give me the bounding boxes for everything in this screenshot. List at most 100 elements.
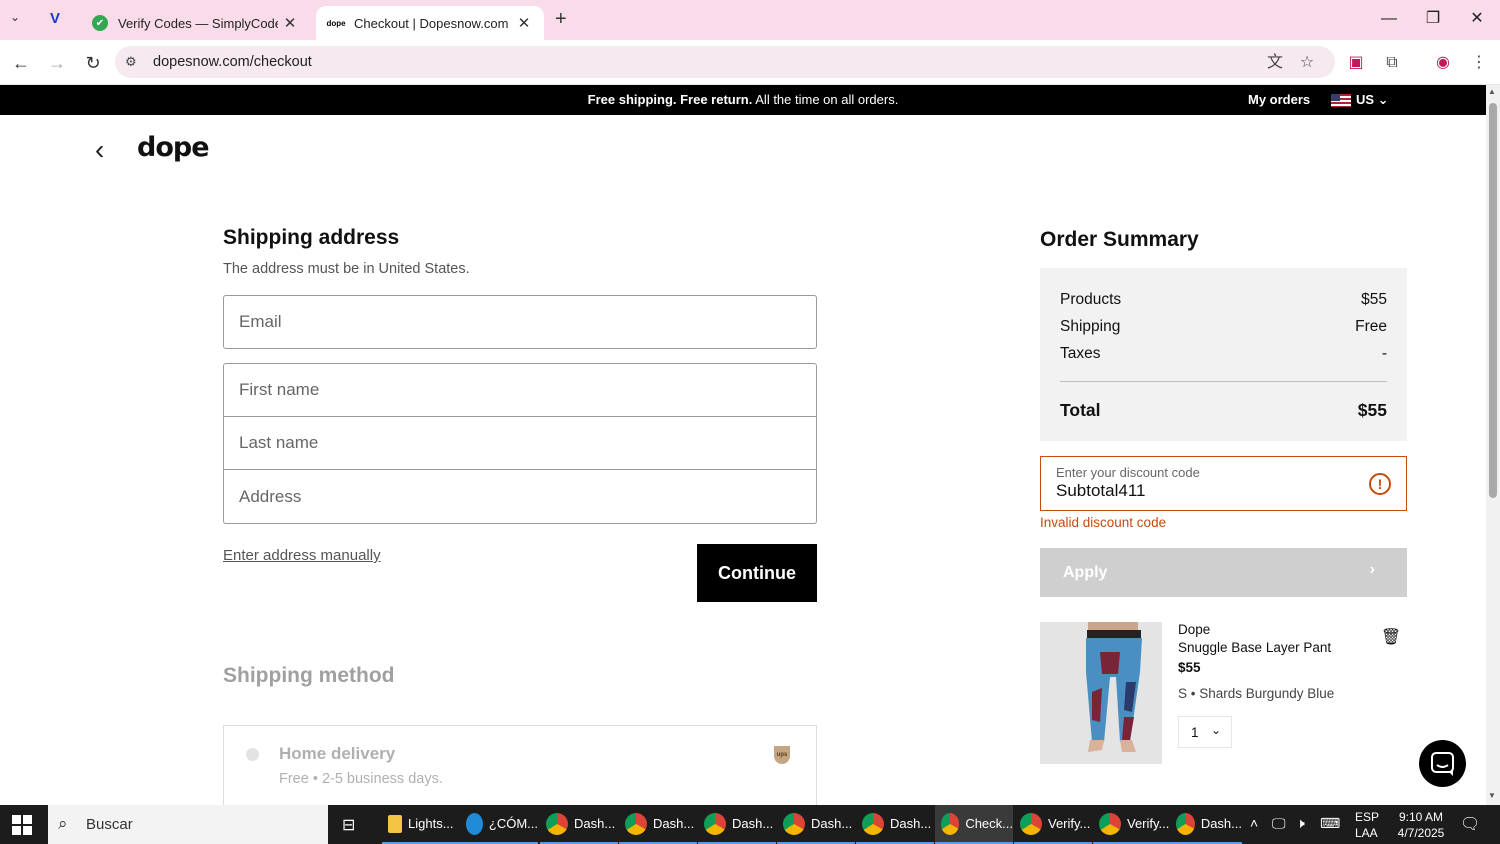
home-delivery-radio[interactable] bbox=[246, 748, 259, 761]
scrollbar-thumb[interactable] bbox=[1489, 103, 1497, 498]
vpn-extension-icon[interactable]: V bbox=[50, 10, 68, 28]
menu-kebab-icon[interactable]: ⋮ bbox=[1468, 52, 1490, 74]
apply-button[interactable]: Apply › bbox=[1040, 548, 1407, 597]
shipping-address-title: Shipping address bbox=[223, 226, 400, 249]
email-field[interactable] bbox=[223, 295, 817, 349]
promo-text: All the time on all orders. bbox=[755, 92, 899, 107]
taskbar-app-chrome[interactable]: Verify... bbox=[1014, 805, 1092, 844]
summary-row-label: Taxes bbox=[1060, 345, 1101, 362]
chrome-icon bbox=[704, 812, 726, 835]
taskbar-app-chrome[interactable]: Dash... bbox=[698, 805, 776, 844]
taskbar-app-chrome[interactable]: Dash... bbox=[619, 805, 697, 844]
tab-title: Verify Codes — SimplyCodes bbox=[118, 15, 278, 31]
tab-title: Checkout | Dopesnow.com bbox=[354, 15, 509, 31]
shipping-method-title: Shipping method bbox=[223, 664, 395, 687]
pants-image-icon bbox=[1040, 622, 1162, 764]
keyboard-icon[interactable]: ⌨ bbox=[1320, 815, 1340, 832]
forward-icon[interactable]: → bbox=[44, 50, 70, 76]
task-view-icon[interactable]: ⊟ bbox=[342, 815, 355, 835]
extensions-puzzle-icon[interactable]: ⧉ bbox=[1381, 52, 1403, 74]
site-info-icon[interactable]: ⚙ bbox=[125, 54, 141, 70]
new-tab-icon[interactable]: + bbox=[555, 8, 567, 31]
language-bottom: LAA bbox=[1355, 826, 1378, 840]
page-scrollbar[interactable]: ▲ ▼ bbox=[1486, 85, 1500, 805]
product-image[interactable] bbox=[1040, 622, 1162, 764]
quantity-value: 1 bbox=[1191, 725, 1199, 740]
taskbar-app-chrome[interactable]: Verify... bbox=[1093, 805, 1171, 844]
chevron-down-icon: ⌄ bbox=[1210, 723, 1221, 737]
home-delivery-desc: Free • 2-5 business days. bbox=[279, 771, 443, 787]
translate-icon[interactable]: 文 bbox=[1264, 52, 1286, 74]
first-name-field[interactable] bbox=[223, 363, 817, 417]
total-value: $55 bbox=[1357, 400, 1387, 420]
country-label: US bbox=[1356, 92, 1375, 107]
scroll-up-icon[interactable]: ▲ bbox=[1488, 87, 1496, 96]
taskbar-app-edge[interactable]: ¿CÓM... bbox=[460, 805, 538, 844]
discount-code-label: Enter your discount code bbox=[1056, 465, 1200, 480]
chat-button[interactable] bbox=[1419, 740, 1466, 787]
my-orders-link[interactable]: My orders bbox=[1248, 92, 1310, 107]
discount-code-input[interactable] bbox=[1056, 481, 1356, 501]
taskbar-app-chrome[interactable]: Dash... bbox=[540, 805, 618, 844]
home-delivery-label: Home delivery bbox=[279, 744, 396, 763]
clock[interactable]: 9:10 AM 4/7/2025 bbox=[1393, 809, 1449, 841]
tab-list-dropdown-icon[interactable]: ⌄ bbox=[10, 10, 20, 24]
close-tab-icon[interactable]: ✕ bbox=[512, 14, 536, 32]
tab-checkout[interactable]: dope Checkout | Dopesnow.com ✕ bbox=[316, 6, 544, 40]
country-selector[interactable]: US ⌄ bbox=[1356, 92, 1389, 108]
bookmark-star-icon[interactable]: ☆ bbox=[1296, 52, 1318, 74]
notifications-icon[interactable]: 🗨 bbox=[1460, 814, 1480, 834]
search-icon: ⌕ bbox=[58, 814, 68, 833]
trash-icon[interactable]: 🗑 bbox=[1376, 623, 1406, 653]
windows-start-icon[interactable] bbox=[12, 815, 32, 835]
taskbar-app-chrome[interactable]: Dash... bbox=[777, 805, 855, 844]
quantity-select[interactable]: 1 ⌄ bbox=[1178, 716, 1232, 748]
window-close-icon[interactable]: ✕ bbox=[1462, 8, 1492, 30]
product-name[interactable]: Snuggle Base Layer Pant bbox=[1178, 640, 1331, 655]
back-icon[interactable]: ← bbox=[8, 50, 34, 76]
extension-rakuten-icon[interactable]: ▣ bbox=[1345, 52, 1367, 74]
taskbar-app-chrome[interactable]: Dash... bbox=[856, 805, 934, 844]
last-name-input[interactable] bbox=[239, 417, 799, 469]
taskbar-app-lights[interactable]: Lights... bbox=[382, 805, 460, 844]
taskbar-app-chrome-checkout[interactable]: Check... bbox=[935, 805, 1013, 844]
scroll-down-icon[interactable]: ▼ bbox=[1488, 791, 1496, 800]
tray-overflow-icon[interactable]: ˄ bbox=[1250, 815, 1258, 831]
minimize-icon[interactable]: — bbox=[1374, 8, 1404, 30]
shipping-address-subtitle: The address must be in United States. bbox=[223, 261, 470, 277]
error-alert-icon: ! bbox=[1369, 473, 1391, 495]
restore-icon[interactable]: ❐ bbox=[1418, 8, 1448, 30]
last-name-field[interactable] bbox=[223, 416, 817, 470]
network-icon[interactable]: 🖵 bbox=[1272, 815, 1286, 832]
continue-button[interactable]: Continue bbox=[697, 544, 817, 602]
home-delivery-option[interactable]: Home delivery Free • 2-5 business days. … bbox=[223, 725, 817, 805]
product-price: $55 bbox=[1178, 660, 1201, 675]
taskbar-app-chrome[interactable]: Dash... bbox=[1170, 805, 1242, 844]
summary-row-value: $55 bbox=[1361, 291, 1387, 308]
address-bar[interactable]: ⚙ dopesnow.com/checkout bbox=[115, 46, 1335, 78]
order-summary-box: Products $55 Shipping Free Taxes - Total… bbox=[1040, 268, 1407, 441]
enter-address-manually-link[interactable]: Enter address manually bbox=[223, 547, 381, 564]
language-indicator[interactable]: ESP LAA bbox=[1355, 809, 1379, 841]
summary-row-taxes: Taxes - bbox=[1060, 345, 1387, 363]
volume-icon[interactable]: 🕨 bbox=[1296, 815, 1305, 832]
taskbar-search[interactable]: ⌕ Buscar bbox=[48, 805, 328, 844]
address-input[interactable] bbox=[239, 470, 799, 523]
first-name-input[interactable] bbox=[239, 364, 799, 416]
discount-code-field[interactable]: Enter your discount code ! bbox=[1040, 456, 1407, 511]
email-input[interactable] bbox=[239, 296, 799, 348]
close-tab-icon[interactable]: ✕ bbox=[278, 14, 302, 32]
back-chevron-icon[interactable]: ‹ bbox=[95, 134, 104, 166]
file-explorer-icon bbox=[388, 814, 402, 833]
address-field[interactable] bbox=[223, 469, 817, 524]
dope-favicon-icon: dope bbox=[326, 15, 346, 31]
reload-icon[interactable]: ↻ bbox=[80, 50, 106, 76]
dope-logo[interactable]: dope bbox=[137, 132, 210, 163]
url-text[interactable]: dopesnow.com/checkout bbox=[153, 54, 312, 70]
us-flag-icon[interactable] bbox=[1331, 94, 1351, 107]
tab-verify-codes[interactable]: ✔ Verify Codes — SimplyCodes ✕ bbox=[80, 6, 310, 40]
summary-row-value: Free bbox=[1355, 318, 1387, 335]
chrome-icon bbox=[1099, 812, 1121, 835]
summary-row-total: Total $55 bbox=[1060, 400, 1387, 421]
profile-icon[interactable]: ◉ bbox=[1432, 52, 1454, 74]
